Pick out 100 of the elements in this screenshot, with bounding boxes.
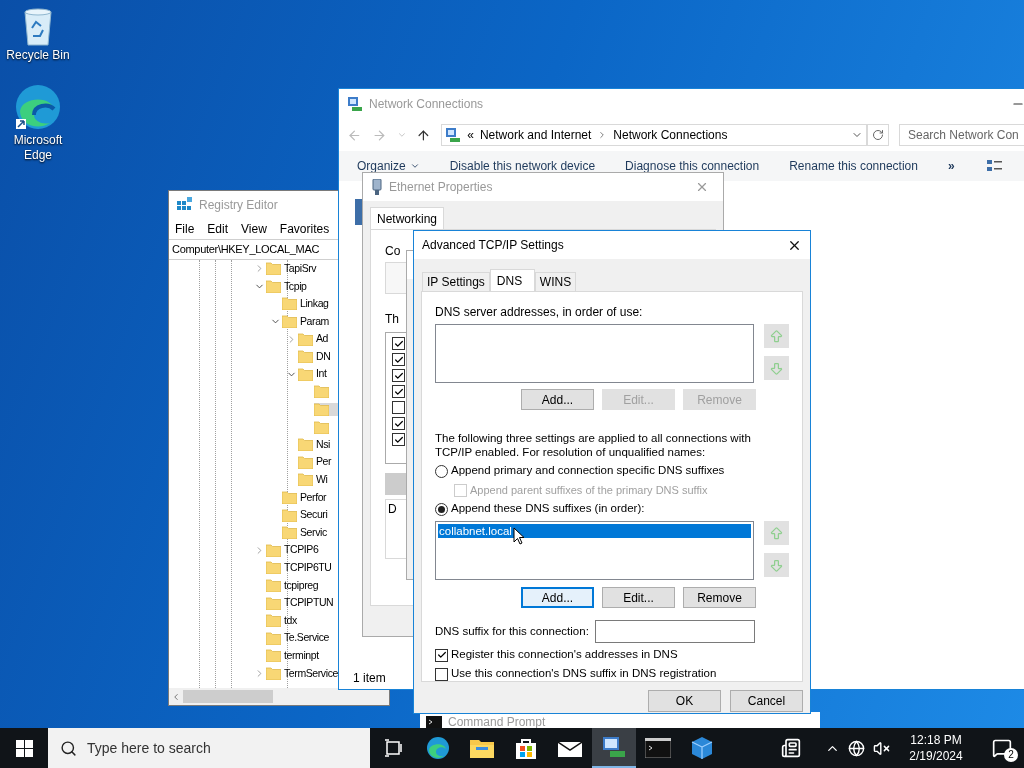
scroll-left-icon[interactable] bbox=[171, 691, 181, 702]
dialog-button[interactable]: Add... bbox=[521, 389, 594, 410]
breadcrumb-item[interactable]: « bbox=[467, 126, 474, 144]
section-label: DNS server addresses, in order of use: bbox=[435, 304, 644, 321]
caret-icon bbox=[409, 161, 420, 171]
radio-button[interactable] bbox=[435, 502, 448, 516]
option-label: Append primary and connection specific DNS suffixes bbox=[451, 463, 725, 479]
tree-item[interactable]: TCPIP6TU bbox=[284, 560, 332, 576]
search-box[interactable]: Type here to search bbox=[48, 728, 370, 768]
scrollbar-thumb[interactable] bbox=[183, 690, 273, 703]
address-bar[interactable]: « Network and Internet Network Connections bbox=[441, 124, 868, 146]
icon-label[interactable]: Recycle Bin bbox=[6, 48, 70, 63]
checkbox[interactable] bbox=[392, 433, 405, 446]
refresh-icon bbox=[872, 129, 885, 141]
checkbox[interactable] bbox=[392, 417, 405, 430]
option-label: Append these DNS suffixes (in order): bbox=[451, 501, 645, 517]
dialog-button[interactable]: Cancel bbox=[730, 690, 803, 712]
tree-item[interactable]: Nsi bbox=[316, 436, 330, 453]
icon-label[interactable]: Microsoft Edge bbox=[0, 133, 76, 163]
checkbox[interactable] bbox=[392, 401, 405, 414]
list-item[interactable]: collabnet.local bbox=[438, 524, 751, 538]
tree-item[interactable]: Per bbox=[316, 454, 332, 471]
tree-item[interactable]: Ad bbox=[316, 331, 329, 348]
window-title: Advanced TCP/IP Settings bbox=[422, 237, 565, 254]
search-field[interactable]: Search Network Con bbox=[899, 124, 1024, 146]
info-text: The following three settings are applied to all connections with TCP/IP enabled. For resolution of unqualified names: bbox=[435, 431, 752, 459]
task-view-icon bbox=[384, 739, 404, 757]
refresh-button[interactable] bbox=[867, 124, 889, 146]
checkbox[interactable] bbox=[435, 648, 448, 662]
tree-item[interactable]: Tcpip bbox=[284, 278, 307, 295]
menu-item[interactable]: Favorites bbox=[279, 220, 330, 238]
menu-item[interactable]: View bbox=[241, 220, 267, 238]
tree-item[interactable]: tdx bbox=[284, 612, 297, 629]
tree-item[interactable]: DN bbox=[316, 348, 331, 365]
terminal-icon bbox=[645, 738, 671, 758]
tree-item[interactable]: Securi bbox=[300, 507, 328, 523]
breadcrumb-item[interactable]: Network Connections bbox=[613, 126, 728, 144]
radio-button[interactable] bbox=[435, 464, 448, 478]
globe-icon[interactable] bbox=[848, 739, 865, 757]
tree-item[interactable]: Te.Service bbox=[284, 630, 330, 647]
menu-item[interactable]: Edit bbox=[207, 220, 229, 238]
tree-item[interactable]: TermService bbox=[284, 665, 338, 682]
down-arrow-icon bbox=[769, 557, 784, 573]
option-label: Register this connection's addresses in DNS bbox=[451, 647, 678, 663]
notifications-icon[interactable] bbox=[992, 738, 1012, 758]
tree-item[interactable]: Perfor bbox=[300, 489, 327, 506]
dialog-button[interactable]: Add... bbox=[521, 587, 594, 608]
news-icon[interactable] bbox=[781, 738, 801, 758]
tab[interactable]: Networking bbox=[370, 207, 445, 229]
recycle-bin-icon[interactable] bbox=[21, 6, 55, 46]
dialog-button[interactable]: Remove bbox=[683, 587, 756, 608]
tree-item[interactable]: tcpipreg bbox=[284, 577, 319, 594]
tree-item[interactable]: Servic bbox=[300, 524, 327, 541]
dns-suffix-field[interactable] bbox=[594, 620, 755, 643]
tree-item[interactable]: TCPIP6 bbox=[284, 542, 319, 559]
taskbar-button[interactable] bbox=[592, 728, 636, 768]
dialog-button[interactable]: OK bbox=[648, 690, 721, 712]
menu-item[interactable]: File bbox=[175, 220, 195, 238]
window-title: Registry Editor bbox=[199, 197, 278, 214]
tree-item[interactable]: Int bbox=[316, 366, 327, 383]
field-label: Co bbox=[385, 243, 401, 260]
toolbar-command[interactable]: Diagnose this connection bbox=[625, 157, 760, 175]
toolbar-command[interactable]: Disable this network device bbox=[449, 157, 596, 175]
window-title: Network Connections bbox=[369, 96, 485, 113]
clock[interactable]: 12:18 PM 2/19/2024 bbox=[900, 732, 972, 764]
registry-icon bbox=[177, 197, 193, 213]
view-options-icon[interactable] bbox=[987, 159, 1003, 173]
store-icon bbox=[515, 737, 537, 759]
option-label: Append parent suffixes of the primary DNS suffix bbox=[470, 482, 708, 498]
edge-icon bbox=[426, 736, 450, 760]
checkbox[interactable] bbox=[392, 337, 405, 350]
network-icon bbox=[347, 96, 363, 112]
tree-item[interactable]: TapiSrv bbox=[284, 260, 317, 277]
tree-item[interactable]: Linkag bbox=[300, 296, 329, 312]
more-commands[interactable]: » bbox=[947, 157, 955, 175]
up-arrow-icon bbox=[769, 328, 784, 344]
status-text: 1 item bbox=[353, 670, 386, 687]
notification-count: 2 bbox=[1004, 748, 1018, 762]
pointer-icon bbox=[513, 527, 525, 545]
tree-item[interactable]: Param bbox=[300, 313, 329, 330]
mute-icon[interactable] bbox=[873, 739, 890, 757]
network-icon bbox=[445, 127, 462, 143]
tab[interactable]: DNS bbox=[489, 269, 535, 291]
windows-logo-icon bbox=[15, 739, 33, 757]
checkbox[interactable] bbox=[392, 353, 405, 366]
breadcrumb-item[interactable]: Network and Internet bbox=[479, 126, 592, 144]
tree-item[interactable]: TCPIPTUN bbox=[284, 595, 334, 611]
checkbox[interactable] bbox=[435, 667, 448, 681]
option-label: Use this connection's DNS suffix in DNS registration bbox=[451, 666, 717, 682]
tree-item[interactable]: Wi bbox=[316, 472, 328, 488]
dns-server-list[interactable] bbox=[435, 324, 754, 383]
organize-menu[interactable]: Organize bbox=[357, 157, 420, 175]
up-arrow-icon bbox=[769, 525, 784, 541]
down-arrow-icon bbox=[769, 360, 784, 376]
checkbox[interactable] bbox=[392, 369, 405, 382]
checkbox[interactable] bbox=[392, 385, 405, 398]
toolbar-command[interactable]: Rename this connection bbox=[789, 157, 918, 175]
edge-icon[interactable] bbox=[14, 83, 62, 131]
dialog-button[interactable]: Edit... bbox=[602, 587, 675, 608]
tree-item[interactable]: terminpt bbox=[284, 648, 319, 664]
